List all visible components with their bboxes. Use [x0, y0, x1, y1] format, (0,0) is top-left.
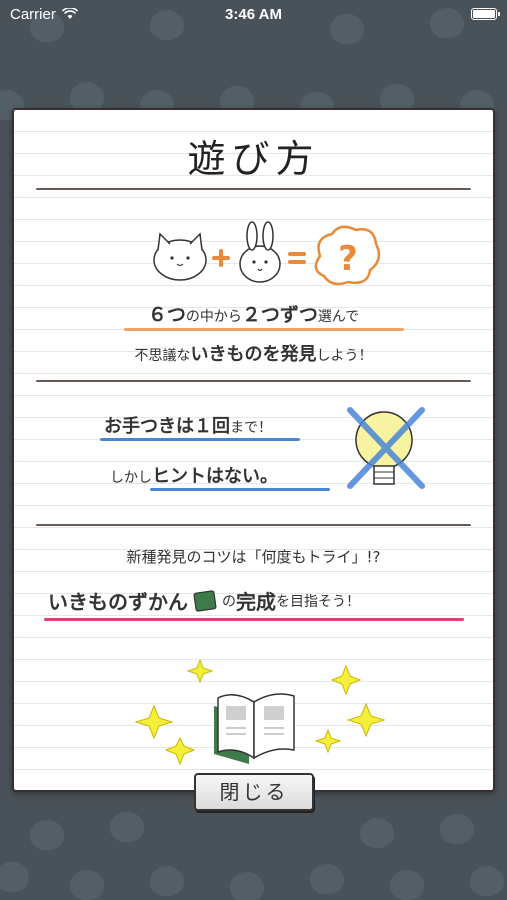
text-choose: 選んで [317, 309, 360, 325]
text-mysterious: 不思議な [134, 348, 191, 364]
open-book-sparkles-icon [134, 658, 386, 766]
divider [36, 524, 471, 526]
how-to-play-dialog: 遊び方 ? ６つの中から２つずつ選んで 不思議ないきものを発見しよう！ お手つき… [12, 108, 495, 792]
text-creature-encyclopedia: いきものずかん [48, 590, 188, 614]
underline-blue [150, 488, 330, 491]
text-completion: 完成 [236, 590, 276, 614]
text-aim: を目指そう！ [276, 593, 360, 610]
text-discover-creature: いきものを発見 [190, 344, 317, 365]
section-goal: 新種発見のコツは「何度もトライ」!? いきものずかん の 完成 を目指そう！ [14, 528, 493, 788]
divider [36, 188, 471, 190]
text-lets: しよう！ [316, 348, 373, 364]
underline-blue [100, 438, 300, 441]
book-icon [193, 589, 217, 612]
no-hint-bulb-icon [347, 407, 425, 489]
text-however: しかし [110, 470, 152, 486]
underline-pink [44, 618, 464, 621]
carrier-label: Carrier [10, 5, 56, 23]
text-tip: 新種発見のコツは「何度もトライ」!? [126, 548, 381, 566]
battery-icon [471, 8, 500, 20]
text-no-hints: ヒントはない。 [152, 466, 278, 487]
text-from-among: の中から [185, 309, 242, 325]
text-only: まで！ [230, 420, 272, 436]
section-rules: お手つきは１回まで！ しかしヒントはない。 [14, 382, 493, 522]
underline-orange [124, 328, 404, 331]
cat-plus-rabbit-formula-icon: ? [153, 221, 381, 286]
status-bar: Carrier 3:46 AM [0, 0, 507, 28]
close-button[interactable]: 閉じる [194, 773, 314, 811]
svg-text:?: ? [338, 239, 358, 279]
text-two-each: ２つずつ [241, 304, 318, 326]
section-combine: ? ６つの中から２つずつ選んで 不思議ないきものを発見しよう！ [14, 210, 493, 380]
text-one-mistake: お手つきは１回 [104, 416, 230, 437]
wifi-icon [61, 8, 78, 19]
dialog-title: 遊び方 [187, 137, 320, 181]
text-six: ６つ [147, 304, 186, 326]
text-no: の [222, 593, 236, 610]
